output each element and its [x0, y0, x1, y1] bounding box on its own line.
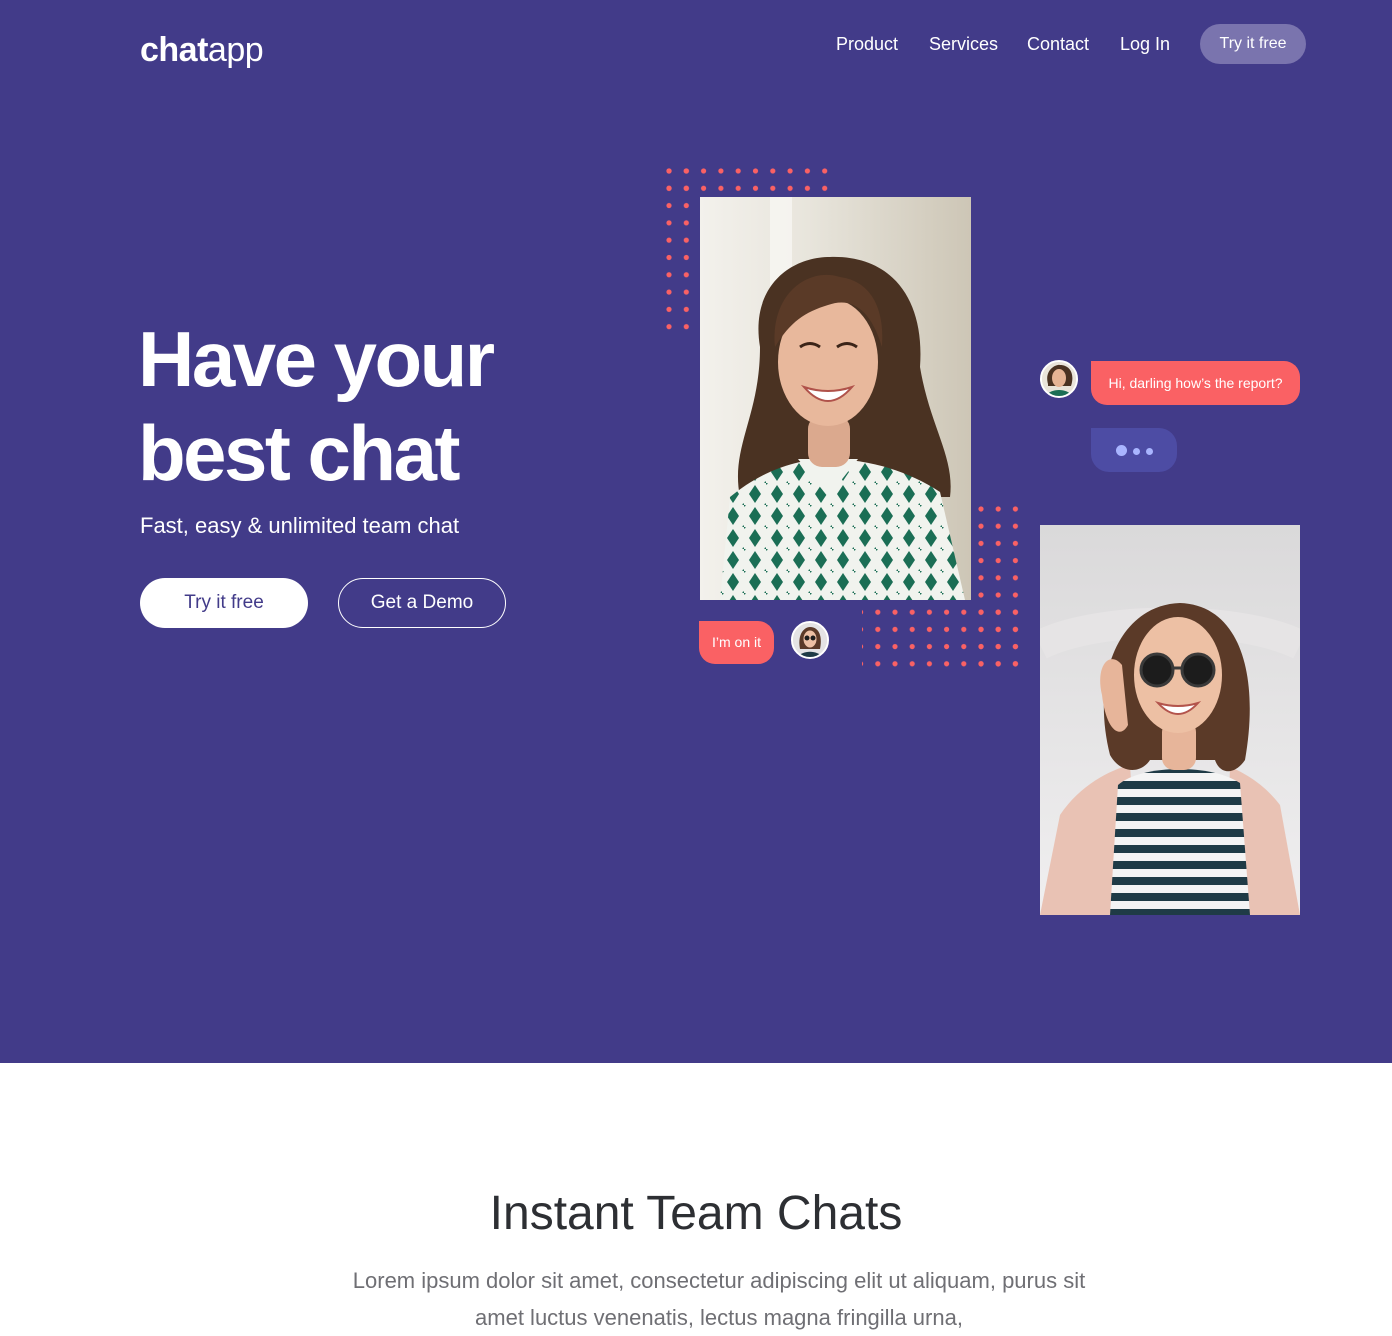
typing-dot-icon — [1146, 448, 1153, 455]
avatar-curly-hair — [1040, 360, 1078, 398]
typing-dot-icon — [1133, 448, 1140, 455]
hero-section: chatapp Product Services Contact Log In … — [0, 0, 1392, 1063]
nav-link-product[interactable]: Product — [836, 32, 898, 56]
chat-message-reply: I’m on it — [699, 621, 774, 664]
nav-link-login[interactable]: Log In — [1120, 32, 1170, 56]
hero-headline-line-1: Have your — [138, 315, 495, 403]
nav-link-contact[interactable]: Contact — [1027, 32, 1089, 56]
woman-sunglasses-illustration — [1040, 525, 1300, 915]
typing-dot-icon — [1116, 445, 1127, 456]
brand-logo-bold: chat — [140, 31, 208, 69]
hero-headline: Have your best chat — [138, 312, 495, 500]
get-demo-button[interactable]: Get a Demo — [338, 578, 506, 628]
nav-try-free-button[interactable]: Try it free — [1200, 24, 1306, 64]
nav-link-services[interactable]: Services — [929, 32, 998, 56]
team-member-photo-1 — [700, 197, 971, 600]
hero-headline-line-2: best chat — [138, 409, 460, 497]
woman-curly-hair-illustration — [700, 197, 971, 600]
section-body: Lorem ipsum dolor sit amet, consectetur … — [352, 1268, 1086, 1330]
brand-logo[interactable]: chatapp — [140, 28, 264, 72]
brand-logo-light: app — [207, 31, 264, 69]
avatar-sunglasses — [791, 621, 829, 659]
section-title: Instant Team Chats — [489, 1187, 903, 1240]
chat-message-incoming: Hi, darling how’s the report? — [1091, 361, 1300, 405]
team-member-photo-2 — [1040, 525, 1300, 915]
typing-indicator — [1091, 428, 1177, 472]
avatar-curly-hair-icon — [1042, 362, 1076, 396]
try-free-button[interactable]: Try it free — [140, 578, 308, 628]
avatar-sunglasses-icon — [793, 623, 827, 657]
hero-subheadline: Fast, easy & unlimited team chat — [140, 513, 460, 538]
